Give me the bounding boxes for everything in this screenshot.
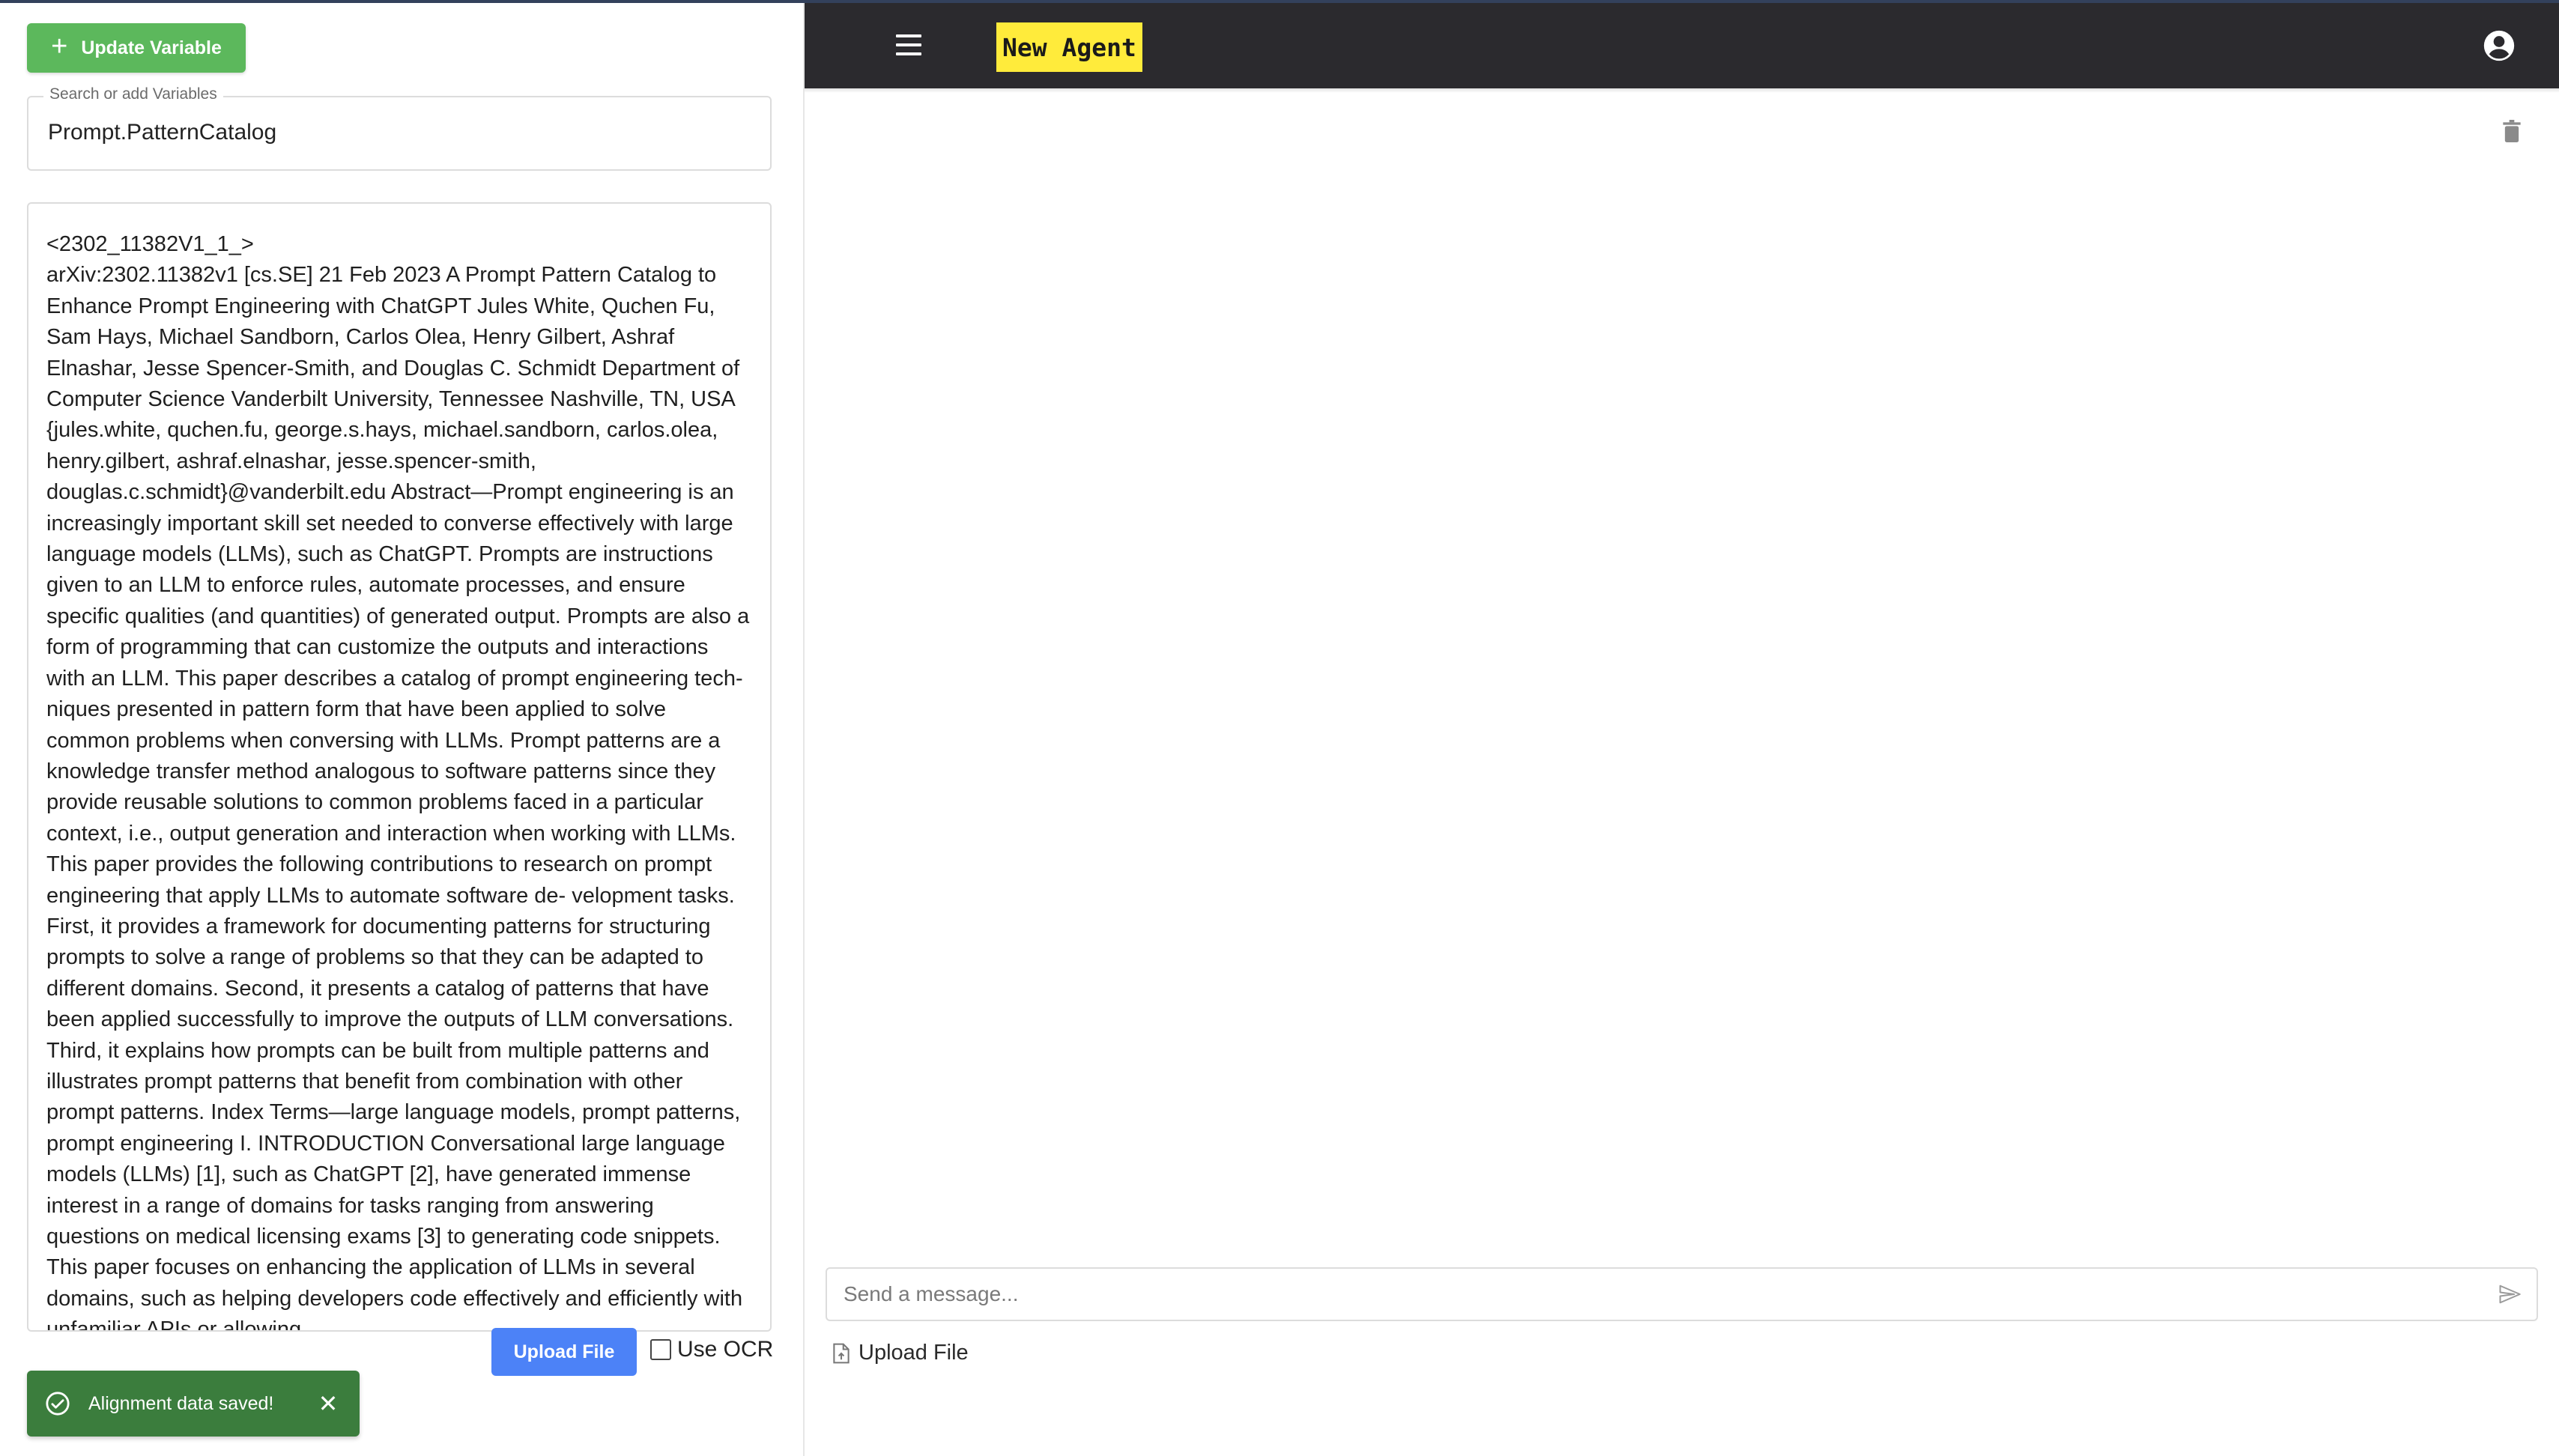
chat-upload-file[interactable]: Upload File (833, 1341, 969, 1365)
trash-icon[interactable] (2502, 120, 2522, 142)
update-variable-button[interactable]: + Update Variable (27, 23, 246, 73)
agent-title: New Agent (996, 22, 1142, 72)
update-variable-label: Update Variable (81, 37, 222, 58)
close-icon[interactable]: ✕ (315, 1389, 342, 1418)
upload-file-button-label: Upload File (513, 1341, 615, 1362)
variable-content-body: arXiv:2302.11382v1 [cs.SE] 21 Feb 2023 A… (46, 263, 750, 1332)
use-ocr-checkbox[interactable] (650, 1339, 671, 1360)
use-ocr-toggle[interactable]: Use OCR (650, 1335, 773, 1365)
variable-search-value[interactable]: Prompt.PatternCatalog (48, 120, 276, 145)
account-circle-icon[interactable] (2483, 29, 2516, 62)
chat-upload-file-label: Upload File (858, 1341, 969, 1365)
variable-content-header: <2302_11382V1_1_> (46, 232, 254, 256)
variables-panel: + Update Variable Search or add Variable… (0, 3, 803, 1456)
app-bar: New Agent (805, 3, 2559, 88)
variable-content-textarea[interactable]: <2302_11382V1_1_> arXiv:2302.11382v1 [cs… (27, 202, 772, 1332)
check-circle-icon (46, 1392, 70, 1416)
upload-file-button[interactable]: Upload File (491, 1328, 637, 1376)
file-upload-icon (833, 1343, 850, 1363)
menu-icon[interactable] (896, 34, 921, 55)
message-input-field[interactable] (826, 1267, 2538, 1321)
message-input[interactable] (842, 1281, 2498, 1307)
toast-message: Alignment data saved! (88, 1392, 274, 1414)
success-toast: Alignment data saved! ✕ (27, 1371, 360, 1437)
plus-icon: + (51, 31, 68, 62)
variable-search-field[interactable]: Search or add Variables Prompt.PatternCa… (27, 85, 772, 171)
panel-divider (803, 3, 805, 1456)
use-ocr-label: Use OCR (677, 1337, 774, 1362)
app-bar-shadow (805, 88, 2559, 93)
send-icon[interactable] (2498, 1283, 2522, 1305)
variable-search-legend: Search or add Variables (43, 85, 223, 103)
